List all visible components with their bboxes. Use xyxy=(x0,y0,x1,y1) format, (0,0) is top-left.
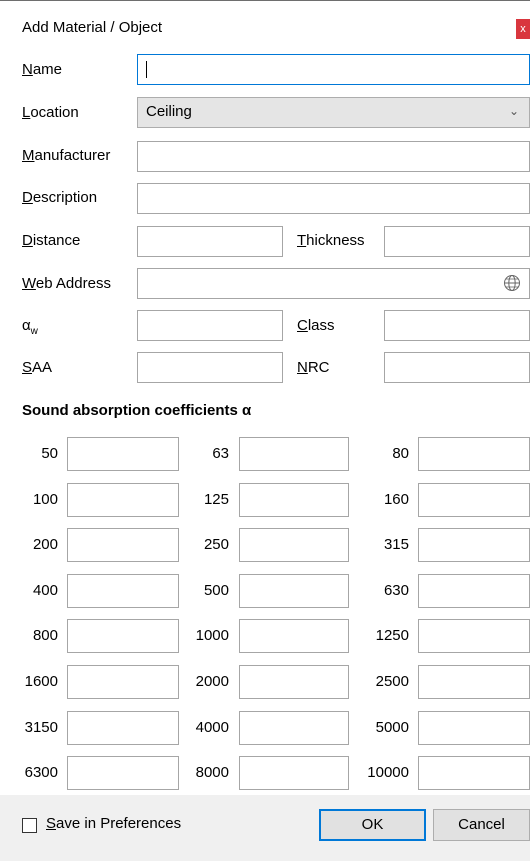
coefficient-input[interactable] xyxy=(418,483,530,517)
frequency-label: 5000 xyxy=(375,719,409,736)
frequency-label: 80 xyxy=(392,445,409,462)
coefficient-input[interactable] xyxy=(239,665,349,699)
chevron-down-icon: ⌄ xyxy=(508,104,519,118)
coefficient-input[interactable] xyxy=(67,665,179,699)
coefficient-input[interactable] xyxy=(418,528,530,562)
cancel-button[interactable]: Cancel xyxy=(433,809,530,841)
description-input[interactable] xyxy=(137,183,530,214)
coefficient-input[interactable] xyxy=(67,437,179,471)
thickness-input[interactable] xyxy=(384,226,530,257)
frequency-label: 2500 xyxy=(375,673,409,690)
location-label: Location xyxy=(22,104,79,121)
distance-input[interactable] xyxy=(137,226,283,257)
coefficient-input[interactable] xyxy=(67,483,179,517)
frequency-label: 1600 xyxy=(24,673,58,690)
web-address-label: Web Address xyxy=(22,275,111,292)
coefficient-input[interactable] xyxy=(418,574,530,608)
class-label: Class xyxy=(297,317,335,334)
name-label: Name xyxy=(22,61,63,78)
close-icon: x xyxy=(520,23,526,35)
frequency-label: 100 xyxy=(32,491,58,508)
coefficient-input[interactable] xyxy=(67,756,179,790)
coefficient-input[interactable] xyxy=(239,437,349,471)
manufacturer-input[interactable] xyxy=(137,141,530,172)
location-selected-value: Ceiling xyxy=(146,103,192,120)
web-address-input[interactable] xyxy=(137,268,530,299)
frequency-label: 630 xyxy=(383,582,409,599)
coefficient-input[interactable] xyxy=(418,619,530,653)
manufacturer-label: Manufacturer xyxy=(22,147,111,164)
frequency-label: 4000 xyxy=(195,719,229,736)
saa-label: SAA xyxy=(22,359,53,376)
frequency-label: 800 xyxy=(32,627,58,644)
frequency-label: 10000 xyxy=(367,764,409,781)
coefficient-input[interactable] xyxy=(67,619,179,653)
distance-label: Distance xyxy=(22,232,81,249)
frequency-label: 63 xyxy=(212,445,229,462)
coefficient-input[interactable] xyxy=(239,619,349,653)
frequency-label: 50 xyxy=(41,445,58,462)
frequency-label: 500 xyxy=(203,582,229,599)
coefficient-input[interactable] xyxy=(239,756,349,790)
coefficient-input[interactable] xyxy=(418,665,530,699)
window-top-border xyxy=(0,0,530,1)
close-button[interactable]: x xyxy=(516,19,530,39)
location-select[interactable]: Ceiling ⌄ xyxy=(137,97,530,128)
frequency-label: 1000 xyxy=(195,627,229,644)
description-label: Description xyxy=(22,189,98,206)
frequency-label: 315 xyxy=(383,536,409,553)
frequency-label: 400 xyxy=(32,582,58,599)
saa-input[interactable] xyxy=(137,352,283,383)
globe-icon[interactable] xyxy=(503,274,521,292)
coefficient-input[interactable] xyxy=(418,437,530,471)
save-preferences-checkbox[interactable] xyxy=(22,818,37,833)
frequency-label: 6300 xyxy=(24,764,58,781)
coefficient-input[interactable] xyxy=(239,711,349,745)
coefficient-input[interactable] xyxy=(239,528,349,562)
coefficient-input[interactable] xyxy=(67,528,179,562)
frequency-label: 8000 xyxy=(195,764,229,781)
save-preferences-label[interactable]: Save in Preferences xyxy=(46,815,181,832)
coefficient-input[interactable] xyxy=(418,756,530,790)
frequency-label: 1250 xyxy=(375,627,409,644)
dialog-title: Add Material / Object xyxy=(22,19,163,36)
alpha-w-input[interactable] xyxy=(137,310,283,341)
frequency-label: 160 xyxy=(383,491,409,508)
name-input[interactable] xyxy=(137,54,530,85)
coefficient-input[interactable] xyxy=(239,574,349,608)
text-caret xyxy=(146,61,147,78)
frequency-label: 125 xyxy=(203,491,229,508)
coefficient-input[interactable] xyxy=(239,483,349,517)
class-input[interactable] xyxy=(384,310,530,341)
coefficients-heading: Sound absorption coefficients α xyxy=(22,402,252,419)
frequency-label: 200 xyxy=(32,536,58,553)
frequency-label: 250 xyxy=(203,536,229,553)
nrc-input[interactable] xyxy=(384,352,530,383)
frequency-label: 2000 xyxy=(195,673,229,690)
thickness-label: Thickness xyxy=(297,232,365,249)
nrc-label: NRC xyxy=(297,359,330,376)
frequency-label: 3150 xyxy=(24,719,58,736)
alpha-w-label: αw xyxy=(22,317,38,337)
ok-button[interactable]: OK xyxy=(319,809,426,841)
coefficient-input[interactable] xyxy=(67,574,179,608)
coefficient-input[interactable] xyxy=(418,711,530,745)
coefficient-input[interactable] xyxy=(67,711,179,745)
